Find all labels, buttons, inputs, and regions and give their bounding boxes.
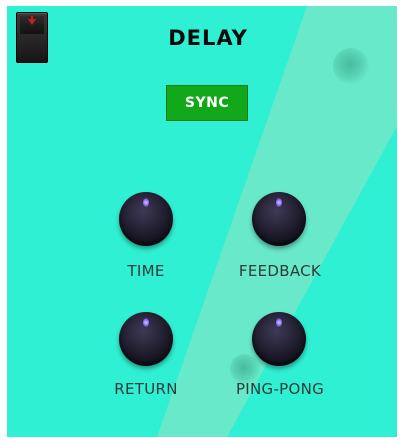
power-indicator-arrow [28, 19, 36, 25]
ping-pong-knob[interactable] [252, 312, 306, 366]
plugin-title: DELAY [168, 26, 248, 50]
time-knob[interactable] [119, 192, 173, 246]
return-knob-label: RETURN [114, 380, 178, 398]
knob-indicator [276, 198, 282, 207]
decorative-blotch [333, 48, 369, 84]
knob-indicator [143, 318, 149, 327]
time-knob-label: TIME [127, 262, 165, 280]
knob-indicator [143, 198, 149, 207]
feedback-knob-label: FEEDBACK [238, 262, 322, 280]
return-knob[interactable] [119, 312, 173, 366]
feedback-knob[interactable] [252, 192, 306, 246]
ping-pong-knob-label: PING-PONG [235, 380, 325, 398]
delay-panel [7, 6, 397, 437]
sync-button[interactable]: SYNC [166, 85, 248, 121]
knob-indicator [276, 318, 282, 327]
